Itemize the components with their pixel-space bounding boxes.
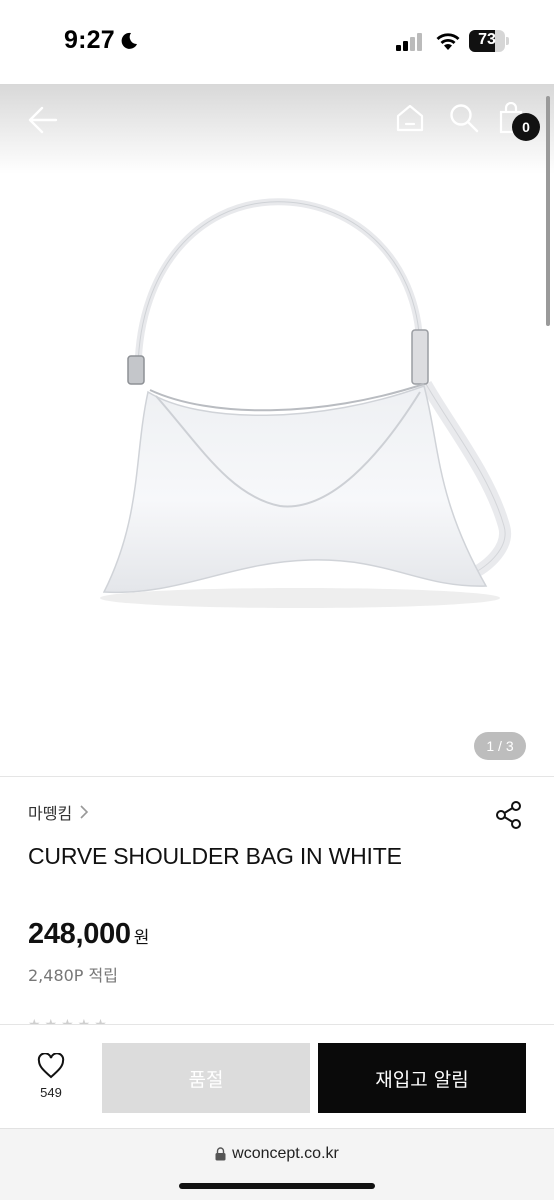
product-image-gallery[interactable]: 0 1 / 3 — [0, 84, 554, 776]
restock-alert-button[interactable]: 재입고 알림 — [318, 1043, 526, 1113]
sold-out-button[interactable]: 품절 — [102, 1043, 310, 1113]
status-bar: 9:27 73 — [0, 0, 554, 84]
battery-level: 73 — [478, 31, 496, 48]
moon-icon — [121, 32, 137, 49]
search-icon[interactable] — [448, 102, 480, 134]
brand-name: 마뗑킴 — [28, 804, 73, 823]
price: 248,000 원 — [28, 918, 149, 951]
url-text[interactable]: wconcept.co.kr — [232, 1145, 339, 1163]
browser-address-bar[interactable]: wconcept.co.kr — [0, 1128, 554, 1200]
lock-icon — [215, 1147, 226, 1161]
status-time: 9:27 — [64, 26, 115, 54]
image-page-counter: 1 / 3 — [474, 732, 526, 760]
home-indicator[interactable] — [179, 1183, 375, 1189]
chevron-right-icon — [80, 805, 89, 819]
like-count: 549 — [40, 1085, 62, 1100]
heart-icon — [37, 1053, 65, 1079]
price-unit: 원 — [133, 928, 150, 948]
share-icon[interactable] — [494, 800, 524, 830]
home-icon[interactable] — [394, 102, 426, 134]
like-button[interactable]: 549 — [22, 1053, 80, 1109]
product-title: CURVE SHOULDER BAG IN WHITE — [28, 843, 402, 869]
scrollbar[interactable] — [546, 96, 550, 326]
battery-indicator: 73 — [469, 30, 509, 52]
back-arrow-icon[interactable] — [26, 104, 58, 136]
cart-count-badge[interactable]: 0 — [512, 113, 540, 141]
wifi-icon — [436, 33, 460, 50]
section-divider — [0, 776, 554, 777]
cellular-signal-icon — [396, 33, 422, 51]
purchase-action-bar: 549 품절 재입고 알림 — [0, 1024, 554, 1128]
reward-points: 2,480P 적립 — [28, 966, 118, 985]
price-value: 248,000 — [28, 918, 131, 950]
product-image — [100, 198, 512, 608]
brand-link[interactable]: 마뗑킴 — [28, 800, 90, 824]
